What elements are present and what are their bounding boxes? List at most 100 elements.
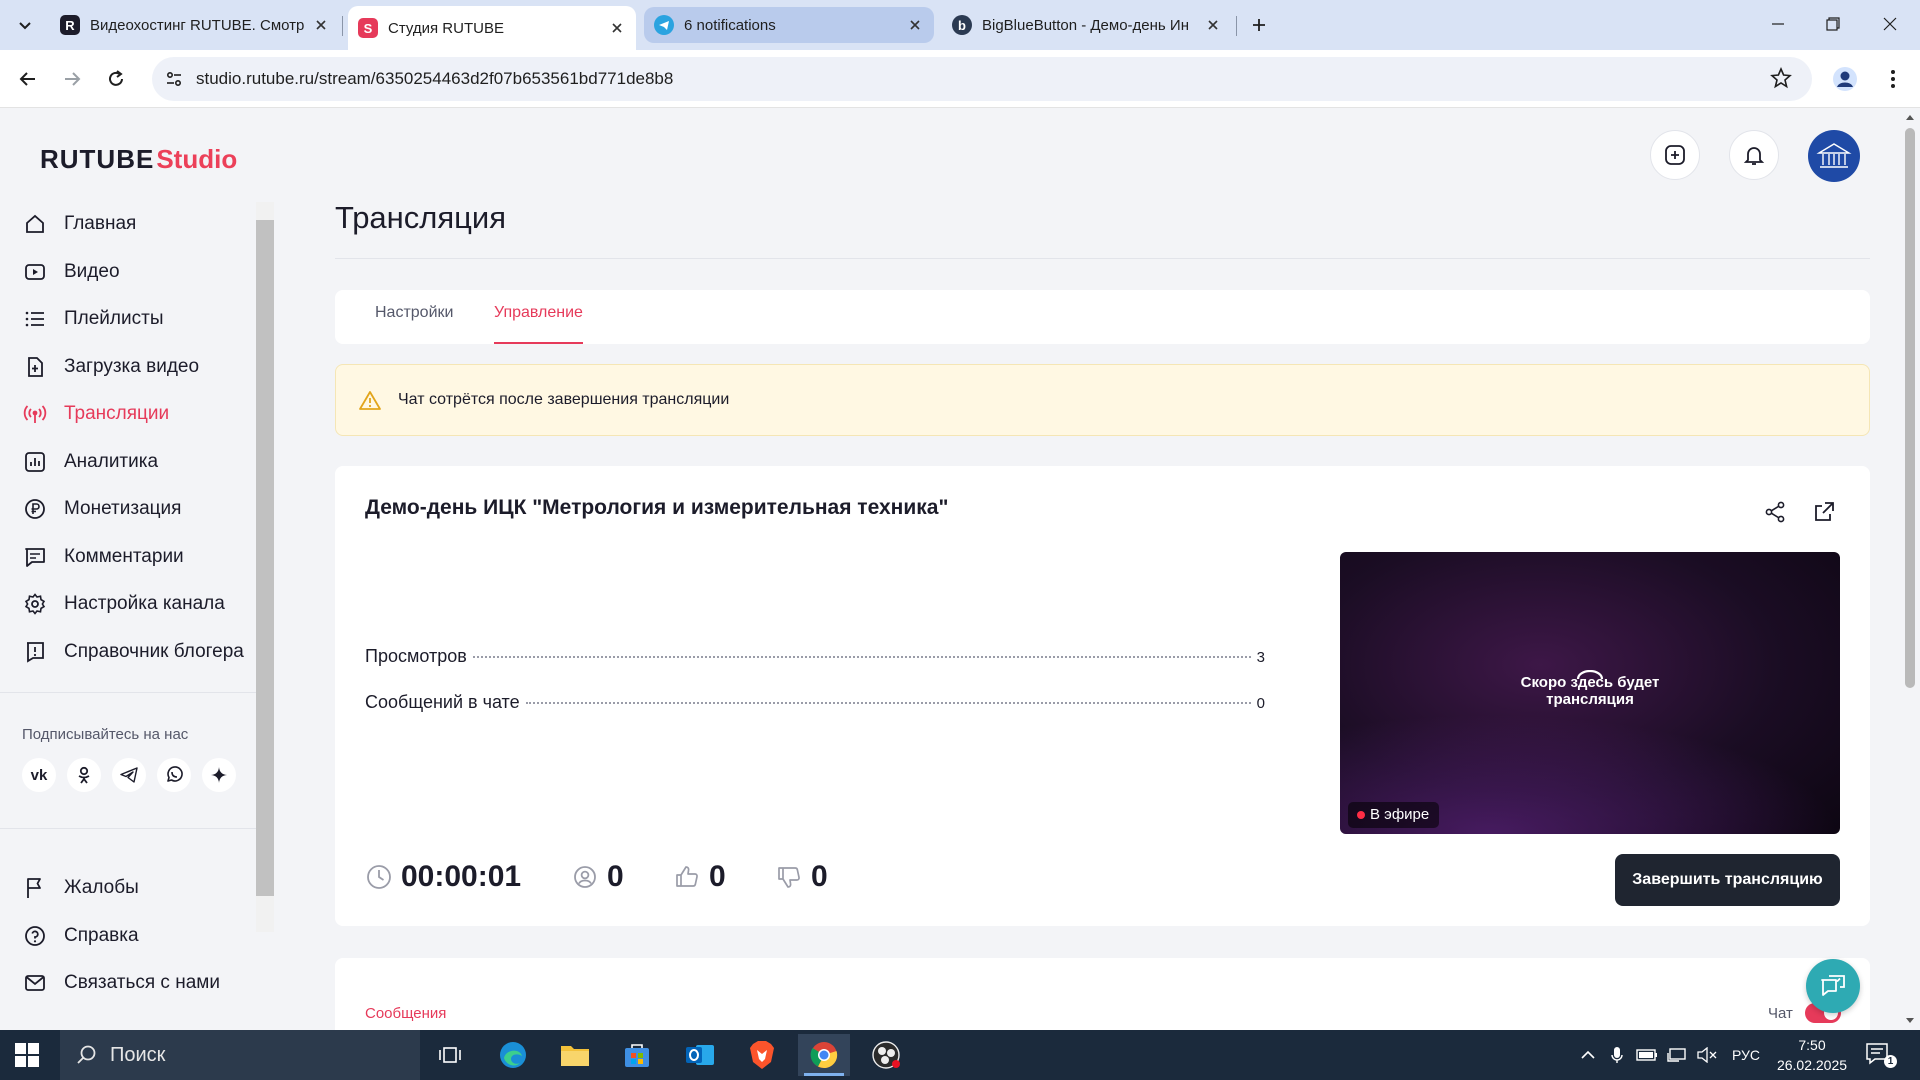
plus-icon xyxy=(1253,19,1265,31)
close-icon[interactable] xyxy=(1204,16,1222,34)
sidebar-item-label: Трансляции xyxy=(64,403,170,424)
sidebar-item-upload[interactable]: Загрузка видео xyxy=(22,347,199,387)
taskbar-brave[interactable] xyxy=(736,1034,788,1076)
share-button[interactable] xyxy=(1761,498,1789,526)
support-chat-button[interactable] xyxy=(1806,959,1860,1013)
notifications-button[interactable] xyxy=(1729,130,1779,180)
taskbar-outlook[interactable] xyxy=(674,1034,726,1076)
microphone-tray-icon[interactable] xyxy=(1606,1044,1628,1066)
volume-muted-icon[interactable] xyxy=(1694,1044,1720,1066)
chevron-down-icon xyxy=(19,22,31,30)
page-scrollbar-thumb[interactable] xyxy=(1905,128,1915,688)
sidebar-item-analytics[interactable]: Аналитика xyxy=(22,442,158,482)
taskbar-store[interactable] xyxy=(611,1034,663,1076)
studio-favicon-icon: S xyxy=(358,18,378,38)
messages-label[interactable]: Сообщения xyxy=(365,1005,446,1022)
restore-button[interactable] xyxy=(1815,8,1851,40)
windows-start-icon[interactable] xyxy=(14,1042,40,1068)
taskbar-explorer[interactable] xyxy=(549,1034,601,1076)
university-emblem-icon xyxy=(1816,143,1852,168)
help-icon xyxy=(22,923,48,949)
sidebar-item-channel-settings[interactable]: Настройка канала xyxy=(22,584,225,624)
stat-value: 3 xyxy=(1256,649,1265,666)
sidebar-item-monetization[interactable]: Монетизация xyxy=(22,489,181,529)
stream-duration: 00:00:01 xyxy=(365,860,521,894)
close-window-button[interactable] xyxy=(1872,8,1908,40)
sidebar-scrollbar[interactable] xyxy=(256,202,274,932)
network-icon[interactable] xyxy=(1664,1044,1690,1066)
create-button[interactable] xyxy=(1650,130,1700,180)
sidebar-scrollbar-thumb[interactable] xyxy=(256,220,274,896)
sidebar-item-home[interactable]: Главная xyxy=(22,204,136,244)
taskbar-edge[interactable] xyxy=(487,1034,539,1076)
sidebar-item-help[interactable]: Справка xyxy=(22,916,139,956)
minimize-button[interactable] xyxy=(1760,8,1796,40)
system-clock[interactable]: 7:50 26.02.2025 xyxy=(1772,1035,1852,1075)
stream-preview[interactable]: Скоро здесь будет трансляция В эфире xyxy=(1340,552,1840,834)
search-icon xyxy=(77,1045,96,1064)
follow-us-label: Подписывайтесь на нас xyxy=(22,726,189,743)
channel-avatar[interactable] xyxy=(1808,130,1860,182)
close-icon[interactable] xyxy=(608,19,626,37)
info-icon xyxy=(22,639,48,665)
site-settings-icon[interactable] xyxy=(160,65,188,93)
page-tabs: Настройки Управление xyxy=(335,290,1870,344)
back-button[interactable] xyxy=(12,63,44,95)
forward-button[interactable] xyxy=(56,63,88,95)
viber-icon[interactable] xyxy=(157,758,191,792)
reload-button[interactable] xyxy=(100,63,132,95)
tab-management[interactable]: Управление xyxy=(494,304,583,344)
battery-icon[interactable] xyxy=(1634,1044,1660,1066)
page-scrollbar[interactable] xyxy=(1900,108,1920,1030)
zen-icon[interactable] xyxy=(202,758,236,792)
home-icon xyxy=(22,211,48,237)
sidebar-item-broadcasts[interactable]: Трансляции xyxy=(22,394,169,434)
sidebar-item-comments[interactable]: Комментарии xyxy=(22,537,184,577)
scroll-down-icon[interactable] xyxy=(1904,1014,1916,1026)
browser-menu-button[interactable] xyxy=(1878,64,1908,94)
taskbar-obs[interactable] xyxy=(860,1034,912,1076)
sidebar-item-complaints[interactable]: Жалобы xyxy=(22,868,139,908)
browser-tab-bigbluebutton[interactable]: b BigBlueButton - Демо-день Ин xyxy=(942,7,1232,43)
tab-settings[interactable]: Настройки xyxy=(375,304,453,344)
mail-icon xyxy=(22,970,48,996)
sidebar-item-playlists[interactable]: Плейлисты xyxy=(22,299,163,339)
taskbar-search[interactable]: Поиск xyxy=(60,1030,420,1080)
notification-center-button[interactable]: 1 xyxy=(1866,1042,1898,1068)
tab-separator xyxy=(1236,16,1237,36)
analytics-icon xyxy=(22,449,48,475)
vk-icon[interactable]: vk xyxy=(22,758,56,792)
url-text[interactable]: studio.rutube.ru/stream/6350254463d2f07b… xyxy=(196,69,673,89)
bookmark-star-icon[interactable] xyxy=(1770,66,1794,91)
open-external-button[interactable] xyxy=(1810,498,1838,526)
title-divider xyxy=(335,258,1870,259)
browser-tab-rutube[interactable]: R Видеохостинг RUTUBE. Смотри xyxy=(50,7,340,43)
close-icon[interactable] xyxy=(906,16,924,34)
sidebar-item-blogger-guide[interactable]: Справочник блогера xyxy=(22,632,244,672)
language-indicator[interactable]: РУС xyxy=(1726,1044,1766,1066)
address-bar[interactable]: studio.rutube.ru/stream/6350254463d2f07b… xyxy=(152,57,1812,101)
new-tab-button[interactable] xyxy=(1244,10,1274,40)
tray-overflow-button[interactable] xyxy=(1576,1044,1600,1066)
logo-studio-text: Studio xyxy=(156,144,238,174)
rutube-studio-logo[interactable]: RUTUBE Studio xyxy=(40,144,237,175)
tab-search-button[interactable] xyxy=(10,10,40,40)
browser-tab-telegram[interactable]: 6 notifications xyxy=(644,7,934,43)
telegram-icon[interactable] xyxy=(112,758,146,792)
add-video-icon xyxy=(1665,145,1685,165)
browser-tab-studio[interactable]: S Студия RUTUBE xyxy=(348,6,636,50)
task-view-button[interactable] xyxy=(424,1034,476,1076)
close-icon[interactable] xyxy=(312,16,330,34)
sidebar-item-video[interactable]: Видео xyxy=(22,252,120,292)
sidebar-divider xyxy=(0,828,256,829)
warning-icon xyxy=(359,391,381,410)
odnoklassniki-icon[interactable] xyxy=(67,758,101,792)
preview-placeholder-text: Скоро здесь будет трансляция xyxy=(1520,674,1660,708)
end-stream-button[interactable]: Завершить трансляцию xyxy=(1615,854,1840,906)
studio-page: RUTUBE Studio Главная Видео Плейлисты За… xyxy=(0,108,1920,1030)
taskbar-chrome[interactable] xyxy=(798,1034,850,1076)
profile-button[interactable] xyxy=(1830,64,1860,94)
scroll-up-icon[interactable] xyxy=(1904,112,1916,124)
warning-text: Чат сотрётся после завершения трансляции xyxy=(398,391,730,408)
sidebar-item-contact[interactable]: Связаться с нами xyxy=(22,963,220,1003)
